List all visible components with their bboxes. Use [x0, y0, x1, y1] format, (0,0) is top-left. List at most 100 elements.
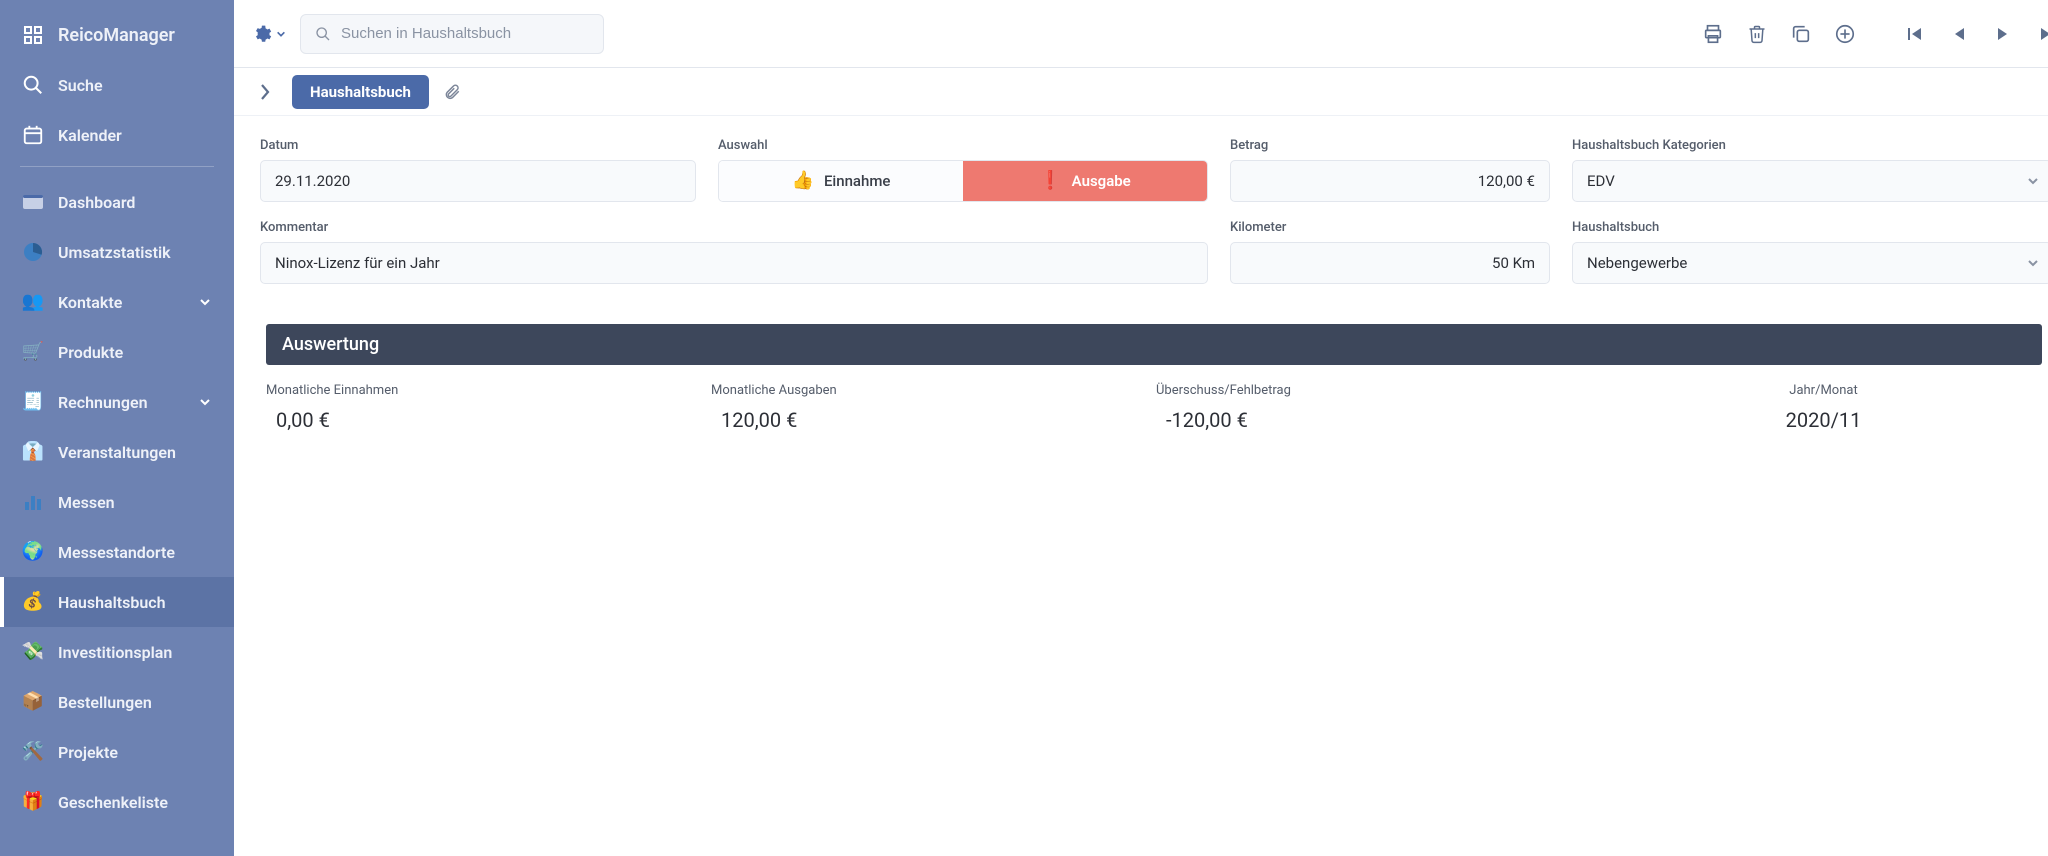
sidebar-item-label: Projekte [58, 743, 118, 762]
events-icon: 👔 [22, 441, 44, 463]
input-kilometer[interactable]: 50 Km [1230, 242, 1550, 284]
eval-value: -120,00 € [1156, 408, 1248, 432]
main-content: Haushaltsbuch Datum 29.11.2020 Auswahl [234, 0, 2048, 856]
gift-icon: 🎁 [22, 791, 44, 813]
field-kategorien: Haushaltsbuch Kategorien EDV [1572, 138, 2048, 202]
contacts-icon: 👥 [22, 291, 44, 313]
chevron-down-icon [198, 295, 212, 309]
print-button[interactable] [1700, 21, 1726, 47]
sidebar-item-umsatzstatistik[interactable]: Umsatzstatistik [0, 227, 234, 277]
tools-icon: 🛠️ [22, 741, 44, 763]
sidebar-calendar-label: Kalender [58, 126, 122, 145]
cart-icon: 🛒 [22, 341, 44, 363]
eval-ausgaben: Monatliche Ausgaben 120,00 € [711, 383, 1156, 432]
label-kilometer: Kilometer [1230, 220, 1550, 235]
sidebar-item-kontakte[interactable]: 👥 Kontakte [0, 277, 234, 327]
first-record-button[interactable] [1902, 21, 1928, 47]
input-kommentar[interactable]: Ninox-Lizenz für ein Jahr [260, 242, 1208, 284]
app-brand-label: ReicoManager [58, 25, 175, 46]
field-kilometer: Kilometer 50 Km [1230, 220, 1550, 284]
globe-icon: 🌍 [22, 541, 44, 563]
last-record-button[interactable] [2034, 21, 2048, 47]
sidebar-item-investitionsplan[interactable]: 💸 Investitionsplan [0, 627, 234, 677]
sidebar-item-messestandorte[interactable]: 🌍 Messestandorte [0, 527, 234, 577]
eval-label: Überschuss/Fehlbetrag [1156, 383, 1291, 398]
sidebar-item-label: Dashboard [58, 193, 135, 212]
toggle-ausgabe-label: Ausgabe [1072, 172, 1131, 190]
toggle-einnahme-label: Einnahme [824, 172, 891, 190]
invoice-icon: 🧾 [22, 391, 44, 413]
add-button[interactable] [1832, 21, 1858, 47]
breadcrumb-back-button[interactable] [252, 79, 278, 105]
field-betrag: Betrag 120,00 € [1230, 138, 1550, 202]
next-record-button[interactable] [1990, 21, 2016, 47]
eval-jahr-monat: Jahr/Monat 2020/11 [1601, 383, 2046, 432]
search-input[interactable] [341, 25, 589, 42]
sidebar: ReicoManager Suche Kalender Dashboard [0, 0, 234, 856]
sidebar-divider [20, 166, 214, 167]
dashboard-icon [22, 191, 44, 213]
sidebar-item-bestellungen[interactable]: 📦 Bestellungen [0, 677, 234, 727]
sidebar-item-dashboard[interactable]: Dashboard [0, 177, 234, 227]
topbar-actions [1700, 21, 1858, 47]
chevron-down-icon [276, 29, 286, 39]
attachment-button[interactable] [443, 83, 461, 101]
field-kommentar: Kommentar Ninox-Lizenz für ein Jahr [260, 220, 1208, 284]
search-input-wrapper[interactable] [300, 14, 604, 54]
form-area: Datum 29.11.2020 Auswahl 👍 Einnahme ❗ [234, 116, 2048, 432]
prev-record-button[interactable] [1946, 21, 1972, 47]
toggle-ausgabe[interactable]: ❗ Ausgabe [963, 161, 1207, 201]
input-datum[interactable]: 29.11.2020 [260, 160, 696, 202]
apps-icon [22, 24, 44, 46]
sidebar-item-label: Haushaltsbuch [58, 593, 166, 612]
delete-button[interactable] [1744, 21, 1770, 47]
toggle-einnahme[interactable]: 👍 Einnahme [719, 161, 963, 201]
value-kilometer: 50 Km [1492, 254, 1535, 272]
settings-dropdown[interactable] [252, 24, 286, 44]
value-kommentar: Ninox-Lizenz für ein Jahr [275, 254, 440, 272]
eval-label: Monatliche Einnahmen [266, 383, 398, 398]
search-icon [22, 74, 44, 96]
sidebar-search-label: Suche [58, 76, 103, 95]
duplicate-button[interactable] [1788, 21, 1814, 47]
sidebar-item-label: Bestellungen [58, 693, 152, 712]
gear-icon [252, 24, 272, 44]
label-auswahl: Auswahl [718, 138, 1208, 153]
money-bag-icon: 💰 [22, 591, 44, 613]
label-kategorien: Haushaltsbuch Kategorien [1572, 138, 2048, 153]
record-navigation [1902, 21, 2048, 47]
sidebar-item-label: Veranstaltungen [58, 443, 176, 462]
sidebar-item-geschenkeliste[interactable]: 🎁 Geschenkeliste [0, 777, 234, 827]
eval-ueberschuss: Überschuss/Fehlbetrag -120,00 € [1156, 383, 1601, 432]
field-auswahl: Auswahl 👍 Einnahme ❗ Ausgabe [718, 138, 1208, 202]
breadcrumb-current[interactable]: Haushaltsbuch [292, 75, 429, 109]
label-haushaltsbuch: Haushaltsbuch [1572, 220, 2048, 235]
sidebar-item-label: Messen [58, 493, 115, 512]
app-brand[interactable]: ReicoManager [0, 10, 234, 60]
sidebar-item-veranstaltungen[interactable]: 👔 Veranstaltungen [0, 427, 234, 477]
input-betrag[interactable]: 120,00 € [1230, 160, 1550, 202]
chevron-down-icon [2027, 257, 2039, 269]
chevron-down-icon [198, 395, 212, 409]
toggle-einnahme-ausgabe: 👍 Einnahme ❗ Ausgabe [718, 160, 1208, 202]
sidebar-item-label: Messestandorte [58, 543, 175, 562]
select-haushaltsbuch[interactable]: Nebengewerbe [1572, 242, 2048, 284]
sidebar-item-label: Umsatzstatistik [58, 243, 171, 262]
value-betrag: 120,00 € [1478, 172, 1535, 190]
sidebar-calendar[interactable]: Kalender [0, 110, 234, 160]
topbar [234, 0, 2048, 68]
select-kategorie[interactable]: EDV [1572, 160, 2048, 202]
sidebar-item-projekte[interactable]: 🛠️ Projekte [0, 727, 234, 777]
chevron-down-icon [2027, 175, 2039, 187]
sidebar-search[interactable]: Suche [0, 60, 234, 110]
label-datum: Datum [260, 138, 696, 153]
calendar-icon [22, 124, 44, 146]
sidebar-item-messen[interactable]: Messen [0, 477, 234, 527]
evaluation-row: Monatliche Einnahmen 0,00 € Monatliche A… [260, 365, 2048, 432]
value-datum: 29.11.2020 [275, 172, 350, 190]
sidebar-item-label: Rechnungen [58, 393, 148, 412]
sidebar-item-rechnungen[interactable]: 🧾 Rechnungen [0, 377, 234, 427]
sidebar-item-haushaltsbuch[interactable]: 💰 Haushaltsbuch [0, 577, 234, 627]
sidebar-item-produkte[interactable]: 🛒 Produkte [0, 327, 234, 377]
value-haushaltsbuch: Nebengewerbe [1587, 254, 1687, 272]
